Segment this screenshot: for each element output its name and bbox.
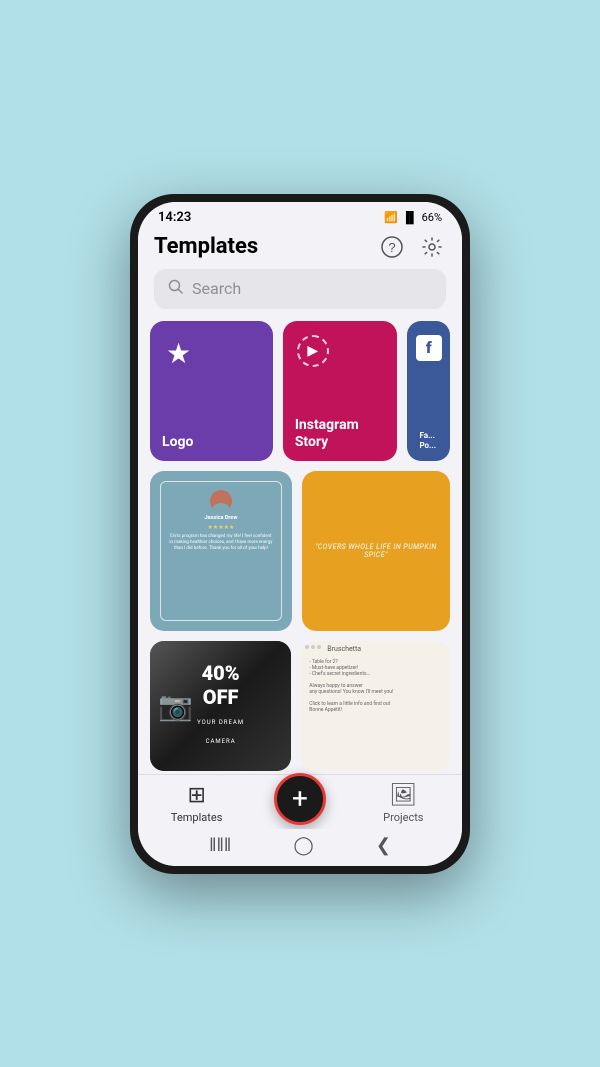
template-card-recipe[interactable]: Bruschetta - Table for 2? - Must-have ap… <box>301 641 450 771</box>
logo-label: Logo <box>162 434 193 451</box>
content-area: ★ Logo ▶ InstagramStory f Fa...Po... <box>138 321 462 774</box>
phone-frame: 14:23 📶 ▐▌ 66% Templates ? <box>130 194 470 874</box>
testimonial-inner: Jessica Drew ★★★★★ Erin's program has ch… <box>160 481 282 621</box>
battery-icon: 66% <box>422 211 442 224</box>
quote-text: "COVERS WHOLE LIFE IN PUMPKIN SPICE" <box>302 531 450 571</box>
templates-icon: ⊞ <box>187 783 205 808</box>
wifi-icon: 📶 <box>384 211 398 224</box>
discount-label: 40% OFF YOUR DREAM CAMERA <box>185 661 256 747</box>
testimonial-avatar <box>210 490 232 512</box>
template-row-1: ★ Logo ▶ InstagramStory f Fa...Po... <box>150 321 450 461</box>
add-icon: + <box>292 782 308 815</box>
help-button[interactable]: ? <box>378 233 406 261</box>
nav-templates[interactable]: ⊞ Templates <box>157 783 237 824</box>
facebook-icon: f <box>416 335 442 361</box>
template-card-testimonial[interactable]: Jessica Drew ★★★★★ Erin's program has ch… <box>150 471 292 631</box>
star-icon: ★ <box>166 337 191 370</box>
add-button[interactable]: + <box>274 773 326 825</box>
template-row-2: Jessica Drew ★★★★★ Erin's program has ch… <box>150 471 450 631</box>
back-button[interactable]: ❮ <box>376 835 391 856</box>
testimonial-stars: ★★★★★ <box>207 524 234 531</box>
dot1 <box>305 645 309 649</box>
template-card-quote[interactable]: "COVERS WHOLE LIFE IN PUMPKIN SPICE" <box>302 471 450 631</box>
bottom-nav: ⊞ Templates + 🖼 Projects <box>138 774 462 829</box>
nav-projects[interactable]: 🖼 Projects <box>363 783 443 824</box>
facebook-label: Fa...Po... <box>419 431 436 450</box>
recipe-items: - Table for 2? - Must-have appetizer! - … <box>301 657 450 715</box>
dot3 <box>317 645 321 649</box>
search-icon <box>168 279 184 299</box>
instagram-label: InstagramStory <box>295 417 359 451</box>
search-bar[interactable]: Search <box>154 269 446 309</box>
header: Templates ? <box>138 229 462 269</box>
recent-apps-button[interactable]: ‖‖‖ <box>209 835 231 856</box>
template-card-facebook[interactable]: f Fa...Po... <box>407 321 450 461</box>
page-title: Templates <box>154 234 258 259</box>
phone-screen: 14:23 📶 ▐▌ 66% Templates ? <box>138 202 462 866</box>
signal-icon: ▐▌ <box>402 211 418 224</box>
template-row-3: 📷 40% OFF YOUR DREAM CAMERA Brus <box>150 641 450 771</box>
dot2 <box>311 645 315 649</box>
recipe-top-bar: Bruschetta <box>301 641 450 657</box>
status-time: 14:23 <box>158 210 191 225</box>
discount-sub: YOUR DREAM CAMERA <box>197 719 244 745</box>
system-nav: ‖‖‖ ◯ ❮ <box>138 829 462 866</box>
projects-label: Projects <box>383 811 423 824</box>
recipe-title-text: Bruschetta <box>327 645 361 653</box>
testimonial-name: Jessica Drew <box>205 515 238 521</box>
projects-icon: 🖼 <box>389 783 417 808</box>
settings-button[interactable] <box>418 233 446 261</box>
discount-percent: 40% OFF <box>185 661 256 709</box>
testimonial-text: Erin's program has changed my life! I fe… <box>169 534 273 553</box>
header-actions: ? <box>378 233 446 261</box>
status-bar: 14:23 📶 ▐▌ 66% <box>138 202 462 229</box>
template-card-logo[interactable]: ★ Logo <box>150 321 273 461</box>
recipe-content: Bruschetta - Table for 2? - Must-have ap… <box>301 641 450 771</box>
svg-text:?: ? <box>388 240 395 255</box>
template-card-instagram[interactable]: ▶ InstagramStory <box>283 321 398 461</box>
search-placeholder: Search <box>192 279 241 298</box>
status-icons: 📶 ▐▌ 66% <box>384 211 442 224</box>
home-button[interactable]: ◯ <box>294 835 314 856</box>
templates-label: Templates <box>171 811 222 824</box>
play-circle-icon: ▶ <box>297 335 329 367</box>
template-card-camera[interactable]: 📷 40% OFF YOUR DREAM CAMERA <box>150 641 291 771</box>
